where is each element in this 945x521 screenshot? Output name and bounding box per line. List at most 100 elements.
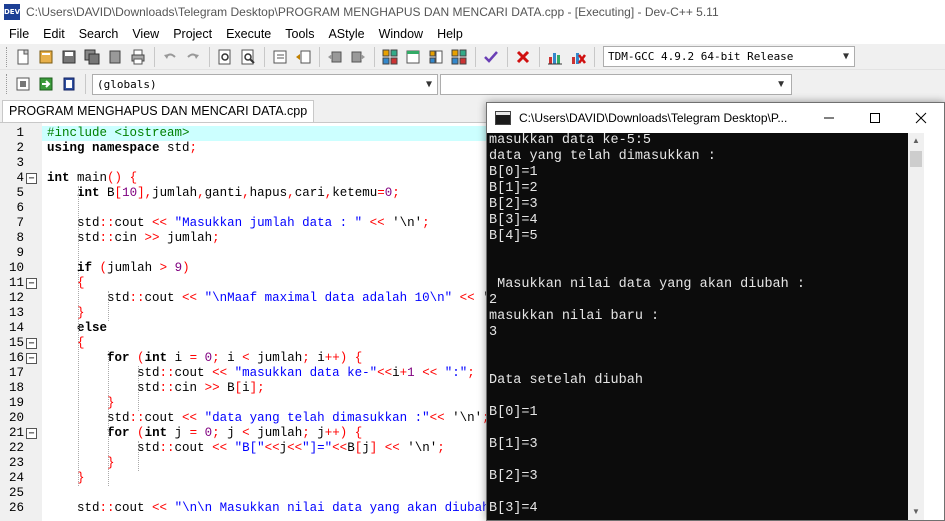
menu-view[interactable]: View [125,24,166,44]
main-toolbar: TDM-GCC 4.9.2 64-bit Release ▼ [0,44,945,70]
remove-from-project-icon[interactable] [58,73,80,95]
new-project-icon[interactable] [12,73,34,95]
stop-execution-icon[interactable] [512,46,534,68]
code-token: ; [437,441,445,455]
code-token: "Masukkan jumlah data : " [174,216,363,230]
scrollbar-thumb[interactable] [910,151,922,167]
console-title-bar[interactable]: C:\Users\DAVID\Downloads\Telegram Deskto… [487,103,944,133]
fold-toggle-icon[interactable]: − [26,428,37,439]
code-token: ; [302,351,310,365]
console-output[interactable]: masukkan data ke-5:5 data yang telah dima… [487,133,908,520]
code-token: 1 [407,366,415,380]
chevron-down-icon[interactable]: ▼ [426,79,432,90]
chevron-down-icon[interactable]: ▼ [843,51,849,62]
menu-execute[interactable]: Execute [219,24,278,44]
menu-tools[interactable]: Tools [278,24,321,44]
code-token: = [377,186,385,200]
code-token: for [107,351,130,365]
indent-guide [78,186,79,486]
code-token: ; [302,426,310,440]
code-token: << [369,216,385,230]
toolbar-grip[interactable] [6,74,9,94]
line-number: 23 [8,456,24,470]
unindent-icon[interactable] [292,46,314,68]
fold-toggle-icon[interactable]: − [26,338,37,349]
code-token: ; [467,366,475,380]
run-icon[interactable] [402,46,424,68]
goto-prev-icon[interactable] [324,46,346,68]
add-to-project-icon[interactable] [35,73,57,95]
menu-project[interactable]: Project [166,24,219,44]
new-file-icon[interactable] [12,46,34,68]
maximize-button[interactable] [852,103,898,133]
console-app-icon[interactable] [495,111,511,125]
scroll-up-icon[interactable]: ▲ [908,133,924,149]
save-all-icon[interactable] [81,46,103,68]
menu-help[interactable]: Help [430,24,470,44]
indent-icon[interactable] [269,46,291,68]
line-number: 13 [8,306,24,320]
compiler-select[interactable]: TDM-GCC 4.9.2 64-bit Release ▼ [603,46,855,67]
code-token: << [264,441,280,455]
code-token: ; [422,216,430,230]
menu-file[interactable]: File [2,24,36,44]
chevron-down-icon[interactable]: ▼ [776,79,786,90]
menu-astyle[interactable]: AStyle [321,24,371,44]
redo-icon[interactable] [182,46,204,68]
code-token: cout [114,501,153,515]
compiler-select-value: TDM-GCC 4.9.2 64-bit Release [608,50,794,63]
line-number: 16 [8,351,24,365]
line-number: 25 [8,486,24,500]
console-line: Data setelah diubah [489,373,643,388]
scroll-down-icon[interactable]: ▼ [908,504,924,520]
console-window[interactable]: C:\Users\DAVID\Downloads\Telegram Deskto… [486,102,945,521]
code-token: :: [159,381,175,395]
undo-icon[interactable] [159,46,181,68]
console-line: B[1]=3 [489,437,538,452]
save-icon[interactable] [58,46,80,68]
goto-next-icon[interactable] [347,46,369,68]
code-token: for [107,426,130,440]
class-scope-select[interactable]: (globals) ▼ [92,73,438,95]
minimize-button[interactable] [806,103,852,133]
console-scrollbar[interactable]: ▲ ▼ [908,133,924,520]
toolbar-separator [319,46,320,67]
code-token: { [354,426,363,440]
code-token: { [354,351,363,365]
open-project-icon[interactable] [35,46,57,68]
line-number: 2 [16,141,24,155]
compile-icon[interactable] [379,46,401,68]
delete-profile-icon[interactable] [567,46,589,68]
line-number: 19 [8,396,24,410]
menu-window[interactable]: Window [372,24,430,44]
check-syntax-icon[interactable] [480,46,502,68]
devcpp-app-icon[interactable]: DEV [4,4,20,20]
code-token: ( [137,351,145,365]
fold-toggle-icon[interactable]: − [26,278,37,289]
close-button[interactable] [898,103,944,133]
menu-edit[interactable]: Edit [36,24,72,44]
compile-run-icon[interactable] [425,46,447,68]
member-select[interactable]: ▼ [440,73,792,95]
line-number: 8 [16,231,24,245]
find-icon[interactable] [214,46,236,68]
rebuild-icon[interactable] [448,46,470,68]
code-token: hapus [249,186,288,200]
replace-icon[interactable] [237,46,259,68]
editor-tab-active[interactable]: PROGRAM MENGHAPUS DAN MENCARI DATA.cpp [2,100,315,122]
fold-toggle-icon[interactable]: − [26,353,37,364]
console-line: masukkan nilai baru : [489,309,660,324]
menu-search[interactable]: Search [72,24,126,44]
close-file-icon[interactable] [104,46,126,68]
toolbar-grip[interactable] [6,46,9,67]
code-token: ) [182,261,190,275]
profile-icon[interactable] [544,46,566,68]
fold-toggle-icon[interactable]: − [26,173,37,184]
print-icon[interactable] [127,46,149,68]
line-number: 4 [16,171,24,185]
toolbar-separator [539,46,540,67]
